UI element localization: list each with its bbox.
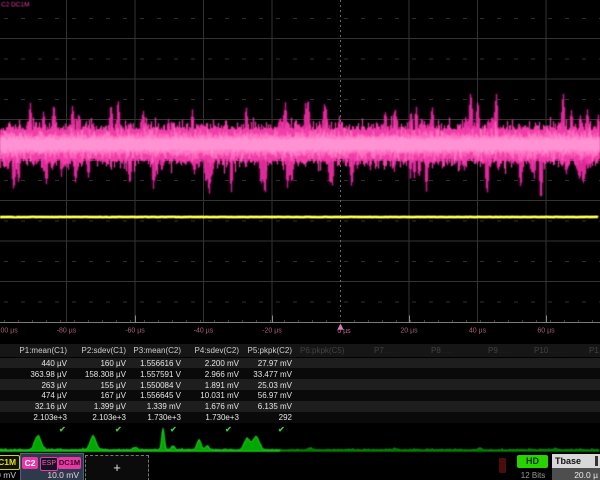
svg-text:-20 µs: -20 µs [262,328,282,335]
svg-text:-80 µs: -80 µs [57,328,77,335]
svg-text:-100 µs: -100 µs [0,328,18,335]
svg-text:40 µs: 40 µs [469,328,487,335]
svg-text:-40 µs: -40 µs [194,328,214,335]
svg-text:60 µs: 60 µs [537,328,555,335]
svg-text:-60 µs: -60 µs [125,328,145,335]
svg-text:C2 DC1M: C2 DC1M [1,2,30,9]
svg-text:20 µs: 20 µs [400,328,418,335]
